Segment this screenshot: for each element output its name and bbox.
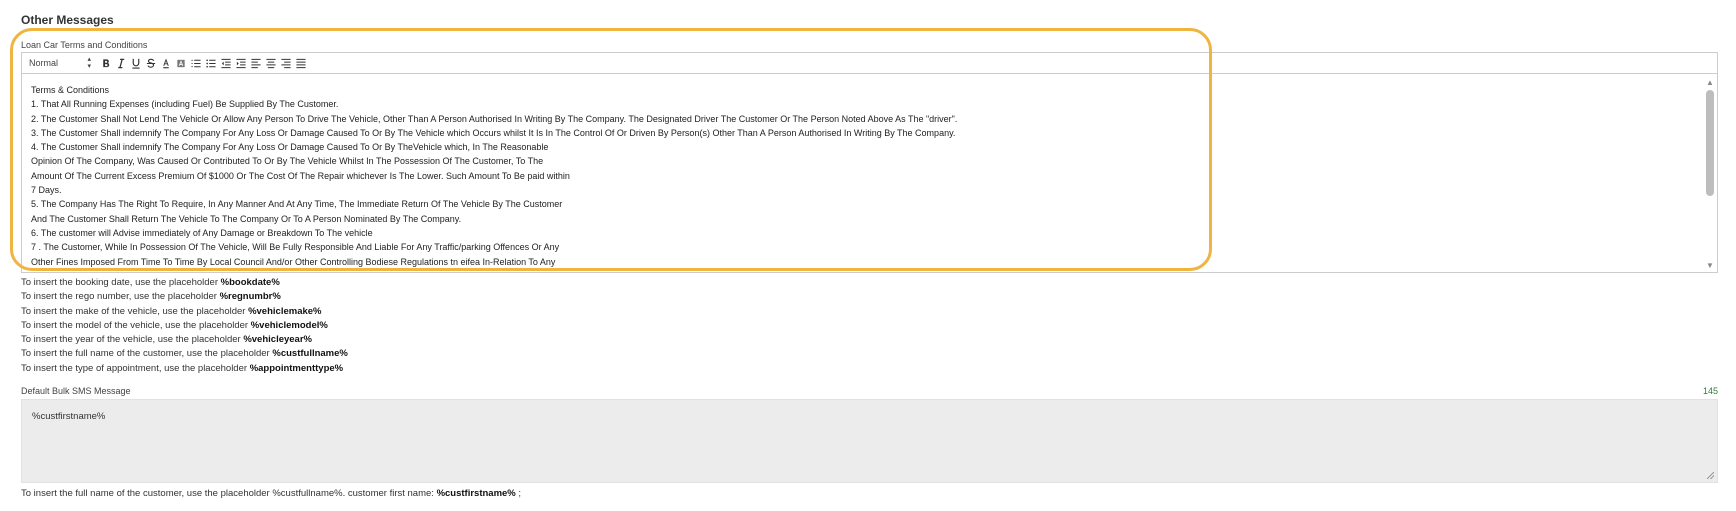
placeholder-help-text: To insert the booking date, use the plac… (21, 277, 221, 288)
placeholder-help-item: To insert the full name of the customer,… (21, 347, 348, 361)
placeholder-code: %vehiclemake% (248, 305, 322, 317)
placeholder-code: %vehicleyear% (243, 334, 312, 346)
sms-note-suffix: ; (515, 488, 522, 499)
ordered-list-button[interactable] (189, 57, 202, 70)
terms-line: Opinion Of The Company, Was Caused Or Co… (31, 156, 544, 167)
terms-line: Amount Of The Current Excess Premium Of … (31, 170, 570, 181)
placeholder-code: %vehiclemodel% (250, 319, 328, 331)
placeholder-help-text: To insert the year of the vehicle, use t… (21, 334, 244, 346)
section-title: Other Messages (21, 13, 114, 27)
placeholder-code: %bookdate% (220, 277, 280, 288)
bold-button[interactable] (99, 57, 112, 70)
terms-line: 7 . The Customer, While In Possession Of… (31, 242, 560, 253)
scroll-up-icon[interactable]: ▲ (1706, 78, 1714, 87)
sms-char-counter: 145 (1702, 386, 1718, 396)
placeholder-help-item: To insert the rego number, use the place… (21, 290, 348, 304)
align-justify-icon (295, 58, 306, 68)
placeholder-help-text: To insert the type of appointment, use t… (21, 362, 250, 374)
placeholder-code: %custfullname% (272, 348, 348, 360)
sms-note-code: %custfirstname% (436, 488, 516, 499)
terms-line: 6. The customer will Advise immediately … (31, 227, 373, 238)
font-color-icon (162, 58, 169, 68)
indent-button[interactable] (234, 57, 247, 70)
terms-line: Terms & Conditions (31, 85, 110, 95)
underline-button[interactable] (129, 57, 142, 70)
placeholder-help-item: To insert the make of the vehicle, use t… (21, 305, 348, 319)
sms-placeholder-note: To insert the full name of the customer,… (21, 488, 521, 499)
format-select[interactable]: Normal ▴ ▾ (29, 56, 91, 70)
align-left-button[interactable] (249, 57, 262, 70)
strikethrough-button[interactable] (144, 57, 157, 70)
editor-content[interactable]: Terms & Conditions 1. That All Running Ex… (22, 75, 1703, 272)
loan-car-terms-label: Loan Car Terms and Conditions (21, 40, 148, 50)
bulk-sms-label: Default Bulk SMS Message (21, 386, 131, 396)
placeholder-help-item: To insert the year of the vehicle, use t… (21, 333, 348, 347)
strikethrough-icon (146, 58, 155, 68)
background-color-icon (176, 59, 185, 67)
format-select-value: Normal (29, 58, 59, 68)
placeholder-help-text: To insert the model of the vehicle, use … (21, 319, 251, 331)
terms-line: 4. The Customer Shall indemnify The Comp… (31, 142, 549, 153)
terms-line: 5. The Company Has The Right To Require,… (31, 199, 563, 210)
placeholder-help-list: To insert the booking date, use the plac… (21, 276, 348, 376)
ordered-list-icon (190, 59, 201, 67)
align-right-button[interactable] (279, 57, 292, 70)
placeholder-help-text: To insert the make of the vehicle, use t… (21, 305, 249, 317)
font-color-button[interactable] (159, 57, 172, 70)
placeholder-code: %appointmenttype% (249, 362, 344, 374)
bold-icon (102, 58, 109, 67)
editor-toolbar: Normal ▴ ▾ (22, 53, 1717, 74)
placeholder-help-item: To insert the model of the vehicle, use … (21, 319, 348, 333)
align-justify-button[interactable] (294, 57, 307, 70)
underline-icon (131, 58, 140, 69)
italic-button[interactable] (114, 57, 127, 70)
align-left-icon (250, 58, 261, 68)
placeholder-help-text: To insert the full name of the customer,… (21, 348, 273, 360)
placeholder-help-item: To insert the type of appointment, use t… (21, 362, 348, 376)
loan-car-terms-editor[interactable]: Normal ▴ ▾ Terms & Conditions 1. That Al… (21, 52, 1718, 273)
select-arrows-icon: ▴ ▾ (87, 56, 91, 70)
resize-grip-icon[interactable] (1707, 472, 1714, 479)
sms-note-text: To insert the full name of the customer,… (21, 488, 437, 499)
scroll-thumb[interactable] (1706, 90, 1714, 196)
terms-line: And The Customer Shall Return The Vehicl… (31, 213, 462, 224)
placeholder-help-item: To insert the booking date, use the plac… (21, 276, 348, 290)
scroll-down-icon[interactable]: ▼ (1706, 261, 1714, 270)
terms-line: 7 Days. (31, 185, 62, 196)
align-right-icon (280, 58, 291, 68)
italic-icon (117, 58, 124, 68)
outdent-icon (220, 58, 231, 68)
outdent-button[interactable] (219, 57, 232, 70)
terms-line: 1. That All Running Expenses (including … (31, 99, 339, 110)
terms-line: 3. The Customer Shall indemnify The Comp… (31, 127, 956, 138)
placeholder-help-text: To insert the rego number, use the place… (21, 291, 220, 303)
bullet-list-icon (205, 58, 216, 68)
align-center-icon (265, 58, 276, 68)
indent-icon (235, 58, 246, 68)
placeholder-code: %regnumbr% (219, 291, 281, 303)
terms-line: Other Fines Imposed From Time To Time By… (31, 256, 556, 267)
terms-line: 2. The Customer Shall Not Lend The Vehic… (31, 113, 958, 124)
bullet-list-button[interactable] (204, 57, 217, 70)
bulk-sms-value: %custfirstname% (32, 411, 106, 422)
bulk-sms-textarea[interactable]: %custfirstname% (21, 399, 1718, 483)
background-color-button[interactable] (174, 57, 187, 70)
editor-scrollbar[interactable]: ▲ ▼ (1703, 75, 1717, 272)
align-center-button[interactable] (264, 57, 277, 70)
